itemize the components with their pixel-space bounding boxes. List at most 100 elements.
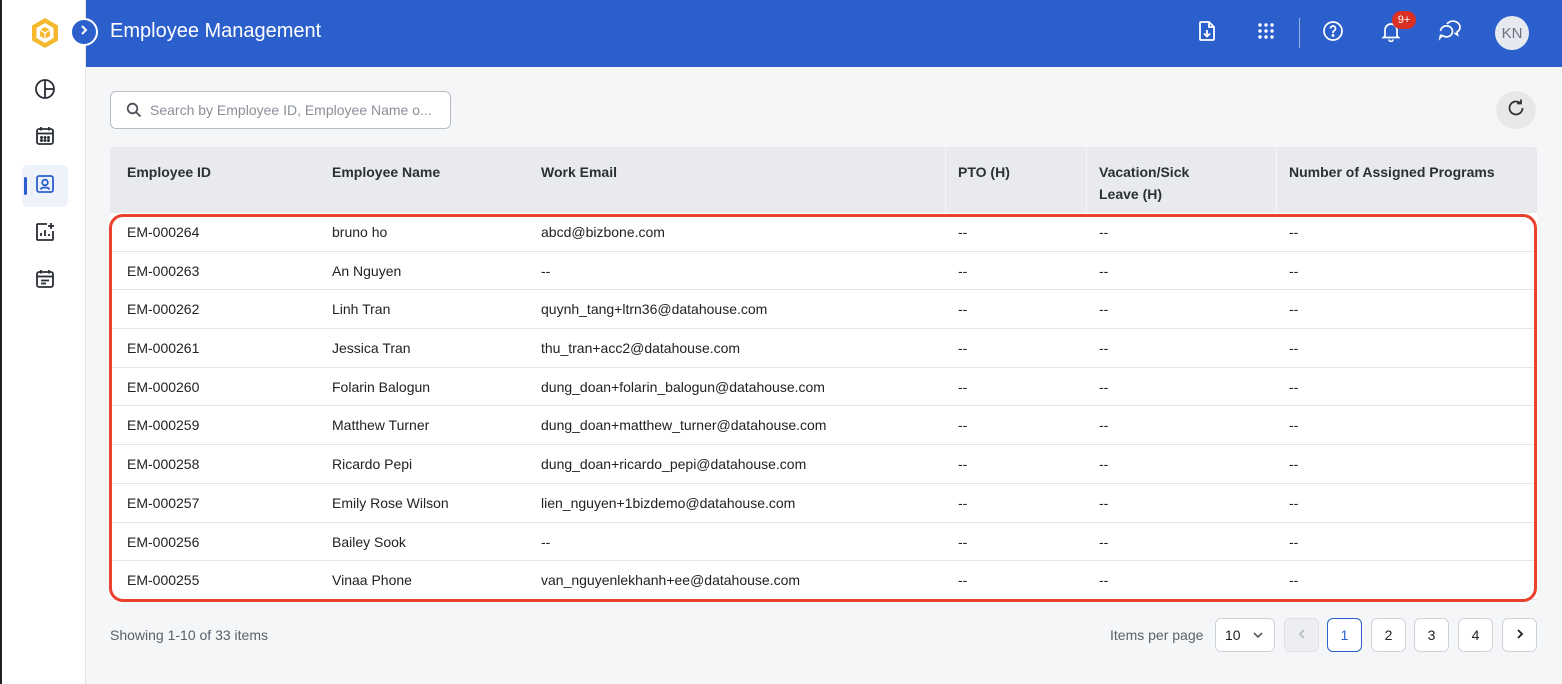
table-row[interactable]: EM-000256 Bailey Sook -- -- -- -- — [110, 523, 1537, 562]
cell-work-email: dung_doan+folarin_balogun@datahouse.com — [541, 378, 825, 395]
cell-employee-id: EM-000256 — [127, 533, 200, 550]
cell-assigned-programs: -- — [1289, 533, 1299, 550]
table-row[interactable]: EM-000260 Folarin Balogun dung_doan+folari… — [110, 368, 1537, 407]
sidebar-item-schedule[interactable] — [22, 260, 68, 302]
chevron-right-icon — [1514, 627, 1526, 643]
table-row[interactable]: EM-000261 Jessica Tran thu_tran+acc2@datah… — [110, 329, 1537, 368]
chat-button[interactable] — [1433, 16, 1467, 50]
table-row[interactable]: EM-000258 Ricardo Pepi dung_doan+ricardo_p… — [110, 445, 1537, 484]
page-title: Employee Management — [110, 20, 322, 42]
cell-vacation-sick-leave: -- — [1099, 378, 1109, 395]
table-row[interactable]: EM-000262 Linh Tran quynh_tang+ltrn36@data… — [110, 290, 1537, 330]
top-header: Employee Management 9+ KN — [86, 0, 1562, 67]
employee-table: Employee ID Employee Name Work Email PTO… — [110, 147, 1537, 600]
cell-vacation-sick-leave: -- — [1099, 533, 1109, 550]
cell-pto: -- — [958, 340, 968, 357]
user-avatar[interactable]: KN — [1495, 16, 1529, 50]
apps-grid-button[interactable] — [1249, 16, 1283, 50]
column-header-employee-name[interactable]: Employee Name — [332, 161, 440, 183]
search-icon — [126, 102, 142, 118]
column-header-work-email[interactable]: Work Email — [541, 161, 617, 183]
cell-pto: -- — [958, 378, 968, 395]
cell-vacation-sick-leave: -- — [1099, 572, 1109, 589]
cell-work-email: -- — [541, 262, 551, 279]
chevron-down-icon — [1252, 628, 1264, 644]
cell-work-email: lien_nguyen+1bizdemo@datahouse.com — [541, 494, 796, 511]
cell-pto: -- — [958, 224, 968, 240]
sidebar-item-reports[interactable] — [22, 213, 68, 255]
sidebar-item-dashboard[interactable] — [22, 70, 68, 112]
search-box — [110, 91, 451, 129]
cell-employee-id: EM-000264 — [127, 224, 200, 240]
cell-employee-id: EM-000257 — [127, 494, 200, 511]
file-download-icon — [1196, 20, 1218, 47]
cell-pto: -- — [958, 572, 968, 589]
page-button-2[interactable]: 2 — [1371, 618, 1406, 652]
page-button-3[interactable]: 3 — [1414, 618, 1449, 652]
pagination-summary: Showing 1-10 of 33 items — [110, 627, 268, 643]
schedule-icon — [34, 268, 56, 295]
chevron-left-icon — [1296, 627, 1308, 643]
search-input[interactable] — [150, 102, 440, 118]
page-button-1[interactable]: 1 — [1327, 618, 1362, 652]
sidebar-expand-button[interactable] — [70, 18, 98, 46]
sidebar-item-calendar[interactable] — [22, 117, 68, 159]
table-row[interactable]: EM-000264 bruno ho abcd@bizbone.com -- -- -- — [110, 213, 1537, 252]
help-icon — [1322, 20, 1344, 47]
cell-assigned-programs: -- — [1289, 301, 1299, 318]
cell-work-email: -- — [541, 533, 551, 550]
cell-assigned-programs: -- — [1289, 572, 1299, 589]
employee-badge-icon — [34, 173, 56, 200]
cell-employee-name: Matthew Turner — [332, 417, 430, 434]
table-header: Employee ID Employee Name Work Email PTO… — [110, 147, 1537, 213]
items-per-page-value: 10 — [1225, 627, 1241, 643]
cell-vacation-sick-leave: -- — [1099, 456, 1109, 473]
cell-employee-id: EM-000258 — [127, 456, 200, 473]
chevron-right-icon — [78, 23, 90, 41]
prev-page-button[interactable] — [1284, 618, 1319, 652]
table-row[interactable]: EM-000255 Vinaa Phone van_nguyenlekhanh+ee… — [110, 561, 1537, 600]
cell-employee-id: EM-000261 — [127, 340, 200, 357]
sidebar-item-employees[interactable] — [22, 165, 68, 207]
cell-employee-name: Emily Rose Wilson — [332, 494, 449, 511]
cell-pto: -- — [958, 262, 968, 279]
cell-pto: -- — [958, 494, 968, 511]
help-button[interactable] — [1316, 16, 1350, 50]
cell-employee-name: Ricardo Pepi — [332, 456, 413, 473]
cell-assigned-programs: -- — [1289, 378, 1299, 395]
add-report-icon — [34, 221, 56, 248]
cell-employee-name: Jessica Tran — [332, 340, 411, 357]
cell-assigned-programs: -- — [1289, 417, 1299, 434]
next-page-button[interactable] — [1502, 618, 1537, 652]
column-header-vacation-sick-leave[interactable]: Vacation/Sick Leave (H) — [1099, 161, 1189, 205]
cell-vacation-sick-leave: -- — [1099, 262, 1109, 279]
page-button-4[interactable]: 4 — [1458, 618, 1493, 652]
calendar-icon — [34, 125, 56, 152]
cell-vacation-sick-leave: -- — [1099, 417, 1109, 434]
table-row[interactable]: EM-000257 Emily Rose Wilson lien_nguyen+1b… — [110, 484, 1537, 523]
app-logo-icon[interactable] — [28, 16, 62, 50]
cell-vacation-sick-leave: -- — [1099, 494, 1109, 511]
refresh-button[interactable] — [1496, 91, 1536, 129]
cell-pto: -- — [958, 417, 968, 434]
table-row[interactable]: EM-000259 Matthew Turner dung_doan+matthew… — [110, 406, 1537, 446]
cell-vacation-sick-leave: -- — [1099, 224, 1109, 240]
table-row[interactable]: EM-000263 An Nguyen -- -- -- -- — [110, 252, 1537, 291]
cell-work-email: abcd@bizbone.com — [541, 224, 665, 240]
column-header-pto[interactable]: PTO (H) — [958, 161, 1010, 183]
cell-vacation-sick-leave: -- — [1099, 340, 1109, 357]
pie-chart-icon — [34, 78, 56, 105]
sidebar — [0, 0, 86, 684]
cell-assigned-programs: -- — [1289, 262, 1299, 279]
cell-assigned-programs: -- — [1289, 224, 1299, 240]
column-header-employee-id[interactable]: Employee ID — [127, 161, 211, 183]
refresh-icon — [1506, 98, 1526, 123]
cell-work-email: quynh_tang+ltrn36@datahouse.com — [541, 301, 768, 318]
column-divider — [945, 147, 946, 213]
items-per-page-select[interactable]: 10 — [1215, 618, 1275, 652]
column-divider — [1086, 147, 1087, 213]
export-button[interactable] — [1190, 16, 1224, 50]
cell-employee-id: EM-000255 — [127, 572, 200, 589]
cell-work-email: thu_tran+acc2@datahouse.com — [541, 340, 741, 357]
column-header-assigned-programs[interactable]: Number of Assigned Programs — [1289, 161, 1495, 183]
